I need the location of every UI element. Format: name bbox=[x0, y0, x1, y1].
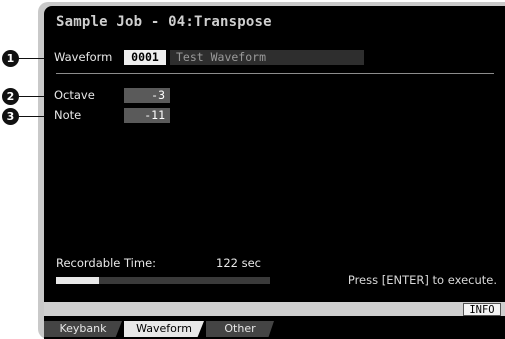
callout-3: 3 bbox=[2, 108, 19, 125]
divider bbox=[56, 73, 494, 74]
octave-field[interactable]: -3 bbox=[124, 88, 170, 103]
tab-waveform[interactable]: Waveform bbox=[124, 321, 204, 337]
callout-1: 1 bbox=[2, 50, 19, 67]
waveform-label: Waveform bbox=[54, 50, 113, 64]
recordable-time-bar bbox=[56, 277, 270, 284]
recordable-time-bar-fill bbox=[56, 277, 99, 284]
page-title: Sample Job - 04:Transpose bbox=[56, 14, 272, 30]
recordable-time-value: 122 sec bbox=[216, 256, 261, 270]
execute-hint: Press [ENTER] to execute. bbox=[347, 273, 497, 287]
waveform-number-field[interactable]: 0001 bbox=[124, 50, 166, 65]
lcd-screen: Sample Job - 04:Transpose Waveform 0001 … bbox=[44, 6, 505, 339]
note-label: Note bbox=[54, 108, 82, 122]
recordable-time-label: Recordable Time: bbox=[56, 256, 157, 270]
waveform-name-field: Test Waveform bbox=[170, 50, 364, 65]
info-button[interactable]: INFO bbox=[463, 303, 501, 316]
note-field[interactable]: -11 bbox=[124, 108, 170, 123]
tab-other[interactable]: Other bbox=[206, 321, 274, 337]
status-bar bbox=[44, 302, 505, 316]
callout-2: 2 bbox=[2, 88, 19, 105]
octave-label: Octave bbox=[54, 88, 95, 102]
tab-keybank[interactable]: Keybank bbox=[44, 321, 122, 337]
